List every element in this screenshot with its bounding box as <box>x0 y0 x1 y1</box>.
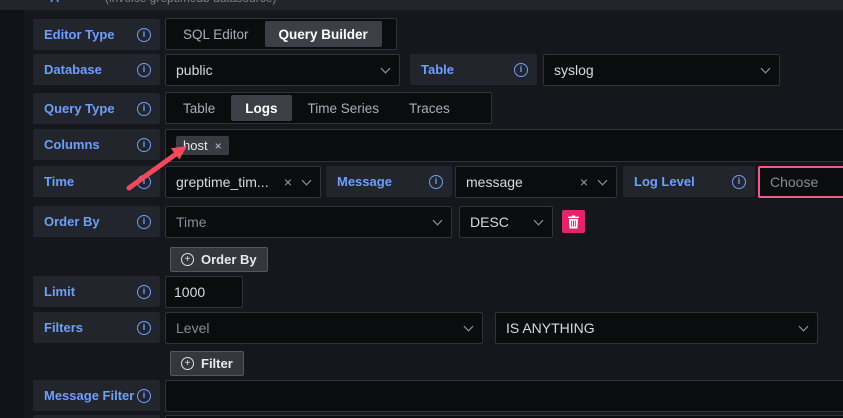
order-by-field-select[interactable]: Time <box>165 206 452 238</box>
info-icon[interactable]: i <box>137 102 151 116</box>
chevron-down-icon <box>464 321 474 331</box>
option-sql-editor[interactable]: SQL Editor <box>169 21 263 47</box>
chevron-down-icon <box>433 215 443 225</box>
columns-label: Columns i <box>33 129 160 160</box>
info-icon[interactable]: i <box>429 175 443 189</box>
plus-icon: + <box>181 253 194 266</box>
info-icon[interactable]: i <box>137 175 151 189</box>
filters-label: Filters i <box>33 312 160 343</box>
chevron-down-icon <box>598 175 608 185</box>
info-icon[interactable]: i <box>137 138 151 152</box>
option-logs[interactable]: Logs <box>231 95 291 121</box>
query-type-group: Table Logs Time Series Traces <box>165 92 492 124</box>
option-table[interactable]: Table <box>169 95 229 121</box>
query-type-label: Query Type i <box>33 93 160 124</box>
database-label: Database i <box>33 54 160 85</box>
time-column-select[interactable]: greptime_tim... × <box>165 166 321 198</box>
query-header[interactable]: A (invoice greptimedb datasource) <box>0 0 843 10</box>
columns-input[interactable]: host × <box>165 129 843 162</box>
info-icon[interactable]: i <box>137 215 151 229</box>
query-ref-id: A <box>50 0 59 5</box>
log-level-label: Log Level i <box>623 166 755 197</box>
message-column-select[interactable]: message × <box>455 166 617 198</box>
info-icon[interactable]: i <box>137 63 151 77</box>
limit-input[interactable] <box>165 276 243 308</box>
time-label: Time i <box>33 166 160 197</box>
clear-message-icon[interactable]: × <box>580 175 588 189</box>
clear-time-icon[interactable]: × <box>284 175 292 189</box>
option-time-series[interactable]: Time Series <box>294 95 394 121</box>
column-tag-host[interactable]: host × <box>176 136 229 155</box>
limit-label: Limit i <box>33 276 160 307</box>
info-icon[interactable]: i <box>514 63 528 77</box>
order-by-direction-select[interactable]: DESC <box>459 206 553 238</box>
option-traces[interactable]: Traces <box>395 95 464 121</box>
plus-icon: + <box>181 357 194 370</box>
chevron-down-icon <box>381 63 391 73</box>
info-icon[interactable]: i <box>137 321 151 335</box>
message-filter-input[interactable] <box>165 380 843 412</box>
info-icon[interactable]: i <box>137 28 151 42</box>
order-by-label: Order By i <box>33 206 160 237</box>
message-filter-label: Message Filter i <box>33 380 160 411</box>
option-query-builder[interactable]: Query Builder <box>265 21 382 47</box>
filter-field-select[interactable]: Level <box>165 312 483 344</box>
editor-type-group: SQL Editor Query Builder <box>165 18 397 50</box>
chevron-down-icon <box>799 321 809 331</box>
datasource-note: (invoice greptimedb datasource) <box>105 0 276 5</box>
add-filter-button[interactable]: + Filter <box>170 351 244 376</box>
info-icon[interactable]: i <box>137 389 151 403</box>
chevron-down-icon <box>761 63 771 73</box>
table-label: Table i <box>410 54 537 85</box>
remove-column-icon[interactable]: × <box>215 140 222 152</box>
filter-operator-select[interactable]: IS ANYTHING <box>495 312 818 344</box>
database-select[interactable]: public <box>165 54 400 86</box>
message-label: Message i <box>326 166 452 197</box>
chevron-down-icon <box>302 175 312 185</box>
left-gutter <box>0 10 24 418</box>
table-select[interactable]: syslog <box>543 54 780 86</box>
chevron-down-icon <box>534 215 544 225</box>
log-level-select[interactable]: Choose <box>758 166 843 198</box>
info-icon[interactable]: i <box>137 285 151 299</box>
add-order-by-button[interactable]: + Order By <box>170 247 268 272</box>
remove-order-by-button[interactable] <box>562 210 585 233</box>
query-builder-editor: A (invoice greptimedb datasource) Editor… <box>0 0 843 418</box>
editor-type-label: Editor Type i <box>33 19 160 50</box>
trash-icon <box>567 215 580 229</box>
info-icon[interactable]: i <box>732 175 746 189</box>
